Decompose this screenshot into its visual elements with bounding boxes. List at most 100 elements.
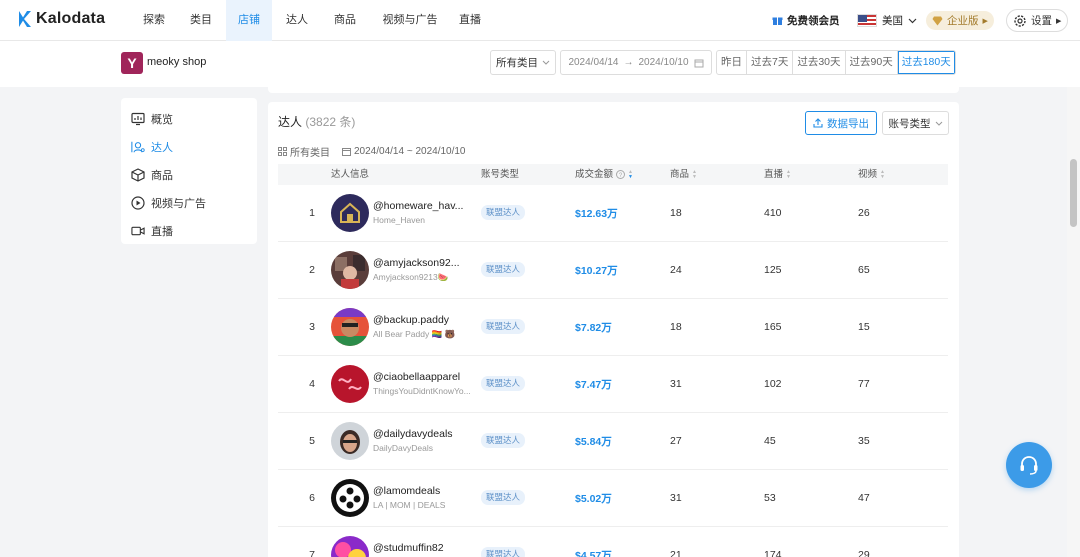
rank: 2 [309, 264, 315, 276]
header-products[interactable]: 商品 ▲ ▼ [670, 164, 697, 185]
nav-creator[interactable]: 达人 [282, 0, 312, 41]
videos-value: 26 [858, 207, 870, 219]
header-gmv[interactable]: 成交金额 ? ▲ ▼ [575, 164, 633, 185]
gmv-value: $5.02万 [575, 492, 612, 505]
us-flag-icon [857, 14, 877, 27]
header-videos-label: 视频 [858, 169, 878, 180]
filter-category: 所有类目 [278, 144, 330, 159]
nav-live[interactable]: 直播 [455, 0, 485, 41]
nav-product[interactable]: 商品 [330, 0, 360, 41]
header-gmv-label: 成交金额 [575, 169, 614, 180]
rank: 5 [309, 435, 315, 447]
table-row[interactable]: 1 @homeware_hav... Home_Haven 联盟达人 $12.6… [278, 185, 948, 242]
diamond-icon [932, 16, 943, 25]
range-7-days[interactable]: 过去7天 [747, 51, 794, 74]
avatar[interactable] [331, 365, 369, 403]
range-90-days[interactable]: 过去90天 [846, 51, 898, 74]
grid-icon [278, 147, 287, 156]
creator-nickname: ThingsYouDidntKnowYo... [373, 386, 471, 396]
header-account-type: 账号类型 [481, 169, 520, 180]
table-row[interactable]: 3 @backup.paddy All Bear Paddy 🏳️‍🌈 🐻 联盟… [278, 299, 948, 356]
avatar[interactable] [331, 422, 369, 460]
creator-handle[interactable]: @lamomdeals [373, 485, 440, 497]
sidebar-item-label: 达人 [151, 142, 173, 154]
export-icon [813, 118, 823, 128]
help-icon[interactable]: ? [616, 170, 626, 179]
header-videos[interactable]: 视频 ▲ ▼ [858, 164, 885, 185]
range-yesterday[interactable]: 昨日 [717, 51, 747, 74]
table-row[interactable]: 2 @amyjackson92... Amyjackson9213🍉 联盟达人 … [278, 242, 948, 299]
account-type-badge: 联盟达人 [481, 262, 526, 277]
creator-handle[interactable]: @studmuffin82 [373, 542, 444, 554]
filter-dates: 2024/04/14 ~ 2024/10/10 [342, 144, 466, 159]
export-button[interactable]: 数据导出 [805, 111, 877, 135]
settings-button[interactable]: 设置 ▶ [1006, 9, 1069, 32]
rank: 1 [309, 207, 315, 219]
date-range-picker[interactable]: 2024/04/14 → 2024/10/10 [560, 50, 712, 75]
filter-category-label: 所有类目 [290, 148, 330, 159]
sidebar-item-video-ads[interactable]: 视频与广告 [121, 189, 257, 217]
videos-value: 29 [858, 549, 870, 557]
live-value: 102 [764, 378, 782, 390]
sidebar-item-product[interactable]: 商品 [121, 161, 257, 189]
avatar[interactable] [331, 479, 369, 517]
videos-value: 35 [858, 435, 870, 447]
region-selector[interactable]: 美国 [857, 0, 917, 41]
creator-handle[interactable]: @ciaobellaapparel [373, 371, 460, 383]
previous-card-edge [268, 87, 959, 93]
range-180-days[interactable]: 过去180天 [897, 51, 955, 74]
avatar[interactable] [331, 536, 369, 557]
nav-explore[interactable]: 探索 [139, 0, 169, 41]
avatar[interactable] [331, 194, 369, 232]
avatar[interactable] [331, 251, 369, 289]
gmv-value: $4.57万 [575, 549, 612, 557]
chevron-down-icon [542, 60, 550, 65]
nav-category[interactable]: 类目 [186, 0, 216, 41]
range-30-days[interactable]: 过去30天 [793, 51, 846, 74]
products-value: 24 [670, 264, 682, 276]
scrollbar-thumb[interactable] [1070, 159, 1077, 227]
shop-logo: Y [121, 52, 143, 74]
sidebar-item-live[interactable]: 直播 [121, 217, 257, 245]
kalodata-logo[interactable]: Kalodata [18, 10, 105, 28]
account-type-badge: 联盟达人 [481, 319, 526, 334]
creator-nickname: LA | MOM | DEALS [373, 500, 446, 510]
account-type-badge: 联盟达人 [481, 547, 526, 557]
quick-range-group: 昨日 过去7天 过去30天 过去90天 过去180天 [716, 50, 956, 75]
sidebar-item-creator[interactable]: 达人 [121, 133, 257, 161]
header-live[interactable]: 直播 ▲ ▼ [764, 164, 791, 185]
vertical-scrollbar[interactable] [1067, 87, 1080, 557]
category-select[interactable]: 所有类目 [490, 50, 556, 75]
table-row[interactable]: 6 @lamomdeals LA | MOM | DEALS 联盟达人 $5.0… [278, 470, 948, 527]
creator-handle[interactable]: @dailydavydeals [373, 428, 453, 440]
category-select-value: 所有类目 [496, 57, 538, 69]
sidebar-item-label: 视频与广告 [151, 198, 206, 210]
table-row[interactable]: 7 @studmuffin82 联盟达人 $4.57万 21 174 29 [278, 527, 948, 557]
enterprise-button[interactable]: 企业版 ▶ [926, 11, 994, 30]
account-type-select[interactable]: 账号类型 [882, 111, 949, 135]
region-label: 美国 [882, 15, 903, 27]
headset-icon [1020, 456, 1038, 475]
account-type-badge: 联盟达人 [481, 490, 526, 505]
shop-header: Y meoky shop 所有类目 2024/04/14 → 2024/10/1… [0, 41, 1080, 87]
table-row[interactable]: 5 @dailydavydeals DailyDavyDeals 联盟达人 $5… [278, 413, 948, 470]
creator-handle[interactable]: @homeware_hav... [373, 200, 463, 212]
caret-right-icon: ▶ [982, 17, 988, 25]
free-vip-link[interactable]: 免费领会员 [772, 0, 840, 41]
creator-panel: 达人 (3822 条) 数据导出 账号类型 所有类目 2024/04/14 ~ … [268, 102, 959, 557]
active-filters: 所有类目 2024/04/14 ~ 2024/10/10 [278, 144, 466, 159]
sidebar-item-overview[interactable]: 概览 [121, 105, 257, 133]
creator-handle[interactable]: @backup.paddy [373, 314, 449, 326]
nav-video-ads[interactable]: 视频与广告 [378, 0, 442, 41]
rank: 3 [309, 321, 315, 333]
table-row[interactable]: 4 @ciaobellaapparel ThingsYouDidntKnowYo… [278, 356, 948, 413]
creator-nickname: Home_Haven [373, 215, 425, 225]
rank: 4 [309, 378, 315, 390]
sidebar-item-label: 概览 [151, 114, 173, 126]
creator-nickname: DailyDavyDeals [373, 443, 433, 453]
creator-handle[interactable]: @amyjackson92... [373, 257, 460, 269]
creator-nickname: Amyjackson9213🍉 [373, 272, 449, 282]
customer-service-button[interactable] [1006, 442, 1052, 488]
avatar[interactable] [331, 308, 369, 346]
nav-shop[interactable]: 店铺 [226, 0, 272, 41]
